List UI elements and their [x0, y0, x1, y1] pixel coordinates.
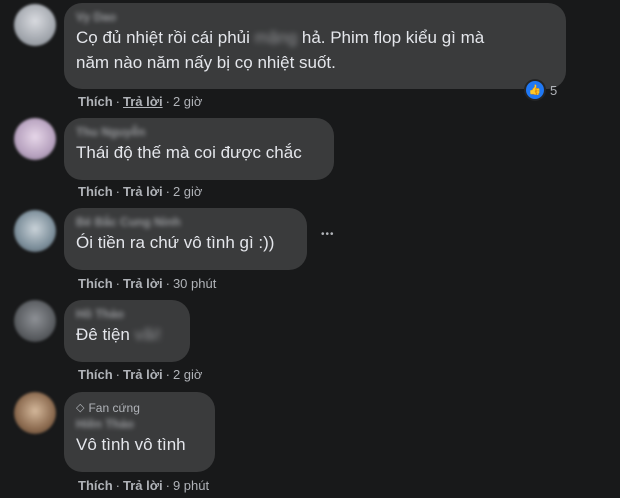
comment-text-part: hả. Phim flop kiểu gì mà	[297, 28, 485, 47]
avatar[interactable]	[14, 392, 56, 434]
comment-actions: Thích · Trả lời · 30 phút	[78, 276, 217, 291]
comment-time[interactable]: 30 phút	[173, 276, 216, 291]
reaction-summary[interactable]: 👍 5	[526, 81, 557, 99]
comment-text: Cọ đủ nhiệt rồi cái phủi mặng hả. Phim f…	[76, 25, 554, 75]
reply-link[interactable]: Trả lời	[123, 367, 163, 382]
comment-actions: Thích · Trả lời · 2 giờ	[78, 184, 203, 199]
avatar[interactable]	[14, 4, 56, 46]
reply-link[interactable]: Trả lời	[123, 184, 163, 199]
comment-time[interactable]: 2 giờ	[173, 94, 203, 109]
comment-actions: Thích · Trả lời · 2 giờ	[78, 367, 203, 382]
comment-author[interactable]: Bé Bắc Cung Ninh	[76, 214, 295, 230]
fan-badge-label: Fan cứng	[88, 401, 140, 415]
reply-link[interactable]: Trả lời	[123, 276, 163, 291]
comment-bubble: Hồ Thảo Đê tiện vãi!	[64, 300, 190, 362]
like-link[interactable]: Thích	[78, 367, 113, 382]
comment-author[interactable]: Hồ Thảo	[76, 306, 178, 322]
comment-text-part: Cọ đủ nhiệt rồi cái phủi	[76, 28, 255, 47]
avatar[interactable]	[14, 300, 56, 342]
comment-text-part: năm nào năm nấy bị cọ nhiệt suốt.	[76, 53, 336, 72]
comment-author[interactable]: Vy Dao	[76, 9, 554, 25]
more-options-icon[interactable]: •••	[321, 229, 335, 240]
comment-time[interactable]: 9 phút	[173, 478, 209, 493]
like-link[interactable]: Thích	[78, 94, 113, 109]
blurred-word: vãi!	[134, 325, 162, 344]
reply-link[interactable]: Trả lời	[123, 94, 163, 109]
reply-link[interactable]: Trả lời	[123, 478, 163, 493]
like-link[interactable]: Thích	[78, 276, 113, 291]
comment-bubble: Bé Bắc Cung Ninh Ói tiền ra chứ vô tình …	[64, 208, 307, 270]
comment-text: Đê tiện vãi!	[76, 322, 178, 347]
comment-text: Thái độ thế mà coi được chắc	[76, 143, 302, 162]
comment-bubble: Vy Dao Cọ đủ nhiệt rồi cái phủi mặng hả.…	[64, 3, 566, 89]
avatar[interactable]	[14, 118, 56, 160]
comment-time[interactable]: 2 giờ	[173, 367, 203, 382]
like-link[interactable]: Thích	[78, 184, 113, 199]
thumbs-up-icon: 👍	[526, 81, 544, 99]
comment-time[interactable]: 2 giờ	[173, 184, 203, 199]
comment-text: Vô tình vô tình	[76, 435, 186, 454]
comment-author[interactable]: Thu Nguyễn	[76, 124, 322, 140]
reaction-count: 5	[550, 82, 558, 98]
comment-actions: Thích · Trả lời · 2 giờ	[78, 94, 203, 109]
avatar[interactable]	[14, 210, 56, 252]
diamond-icon: ◇	[76, 402, 85, 414]
fan-badge: ◇ Fan cứng	[76, 400, 203, 416]
comment-text-part: Đê tiện	[76, 325, 135, 344]
comment-actions: Thích · Trả lời · 9 phút	[78, 478, 210, 493]
comment-author[interactable]: Hiền Thảo	[76, 416, 203, 432]
comment-text: Ói tiền ra chứ vô tình gì :))	[76, 233, 275, 252]
blurred-word: mặng	[254, 28, 298, 47]
like-link[interactable]: Thích	[78, 478, 113, 493]
comment-bubble: ◇ Fan cứng Hiền Thảo Vô tình vô tình	[64, 392, 215, 472]
comment-bubble: Thu Nguyễn Thái độ thế mà coi được chắc	[64, 118, 334, 180]
